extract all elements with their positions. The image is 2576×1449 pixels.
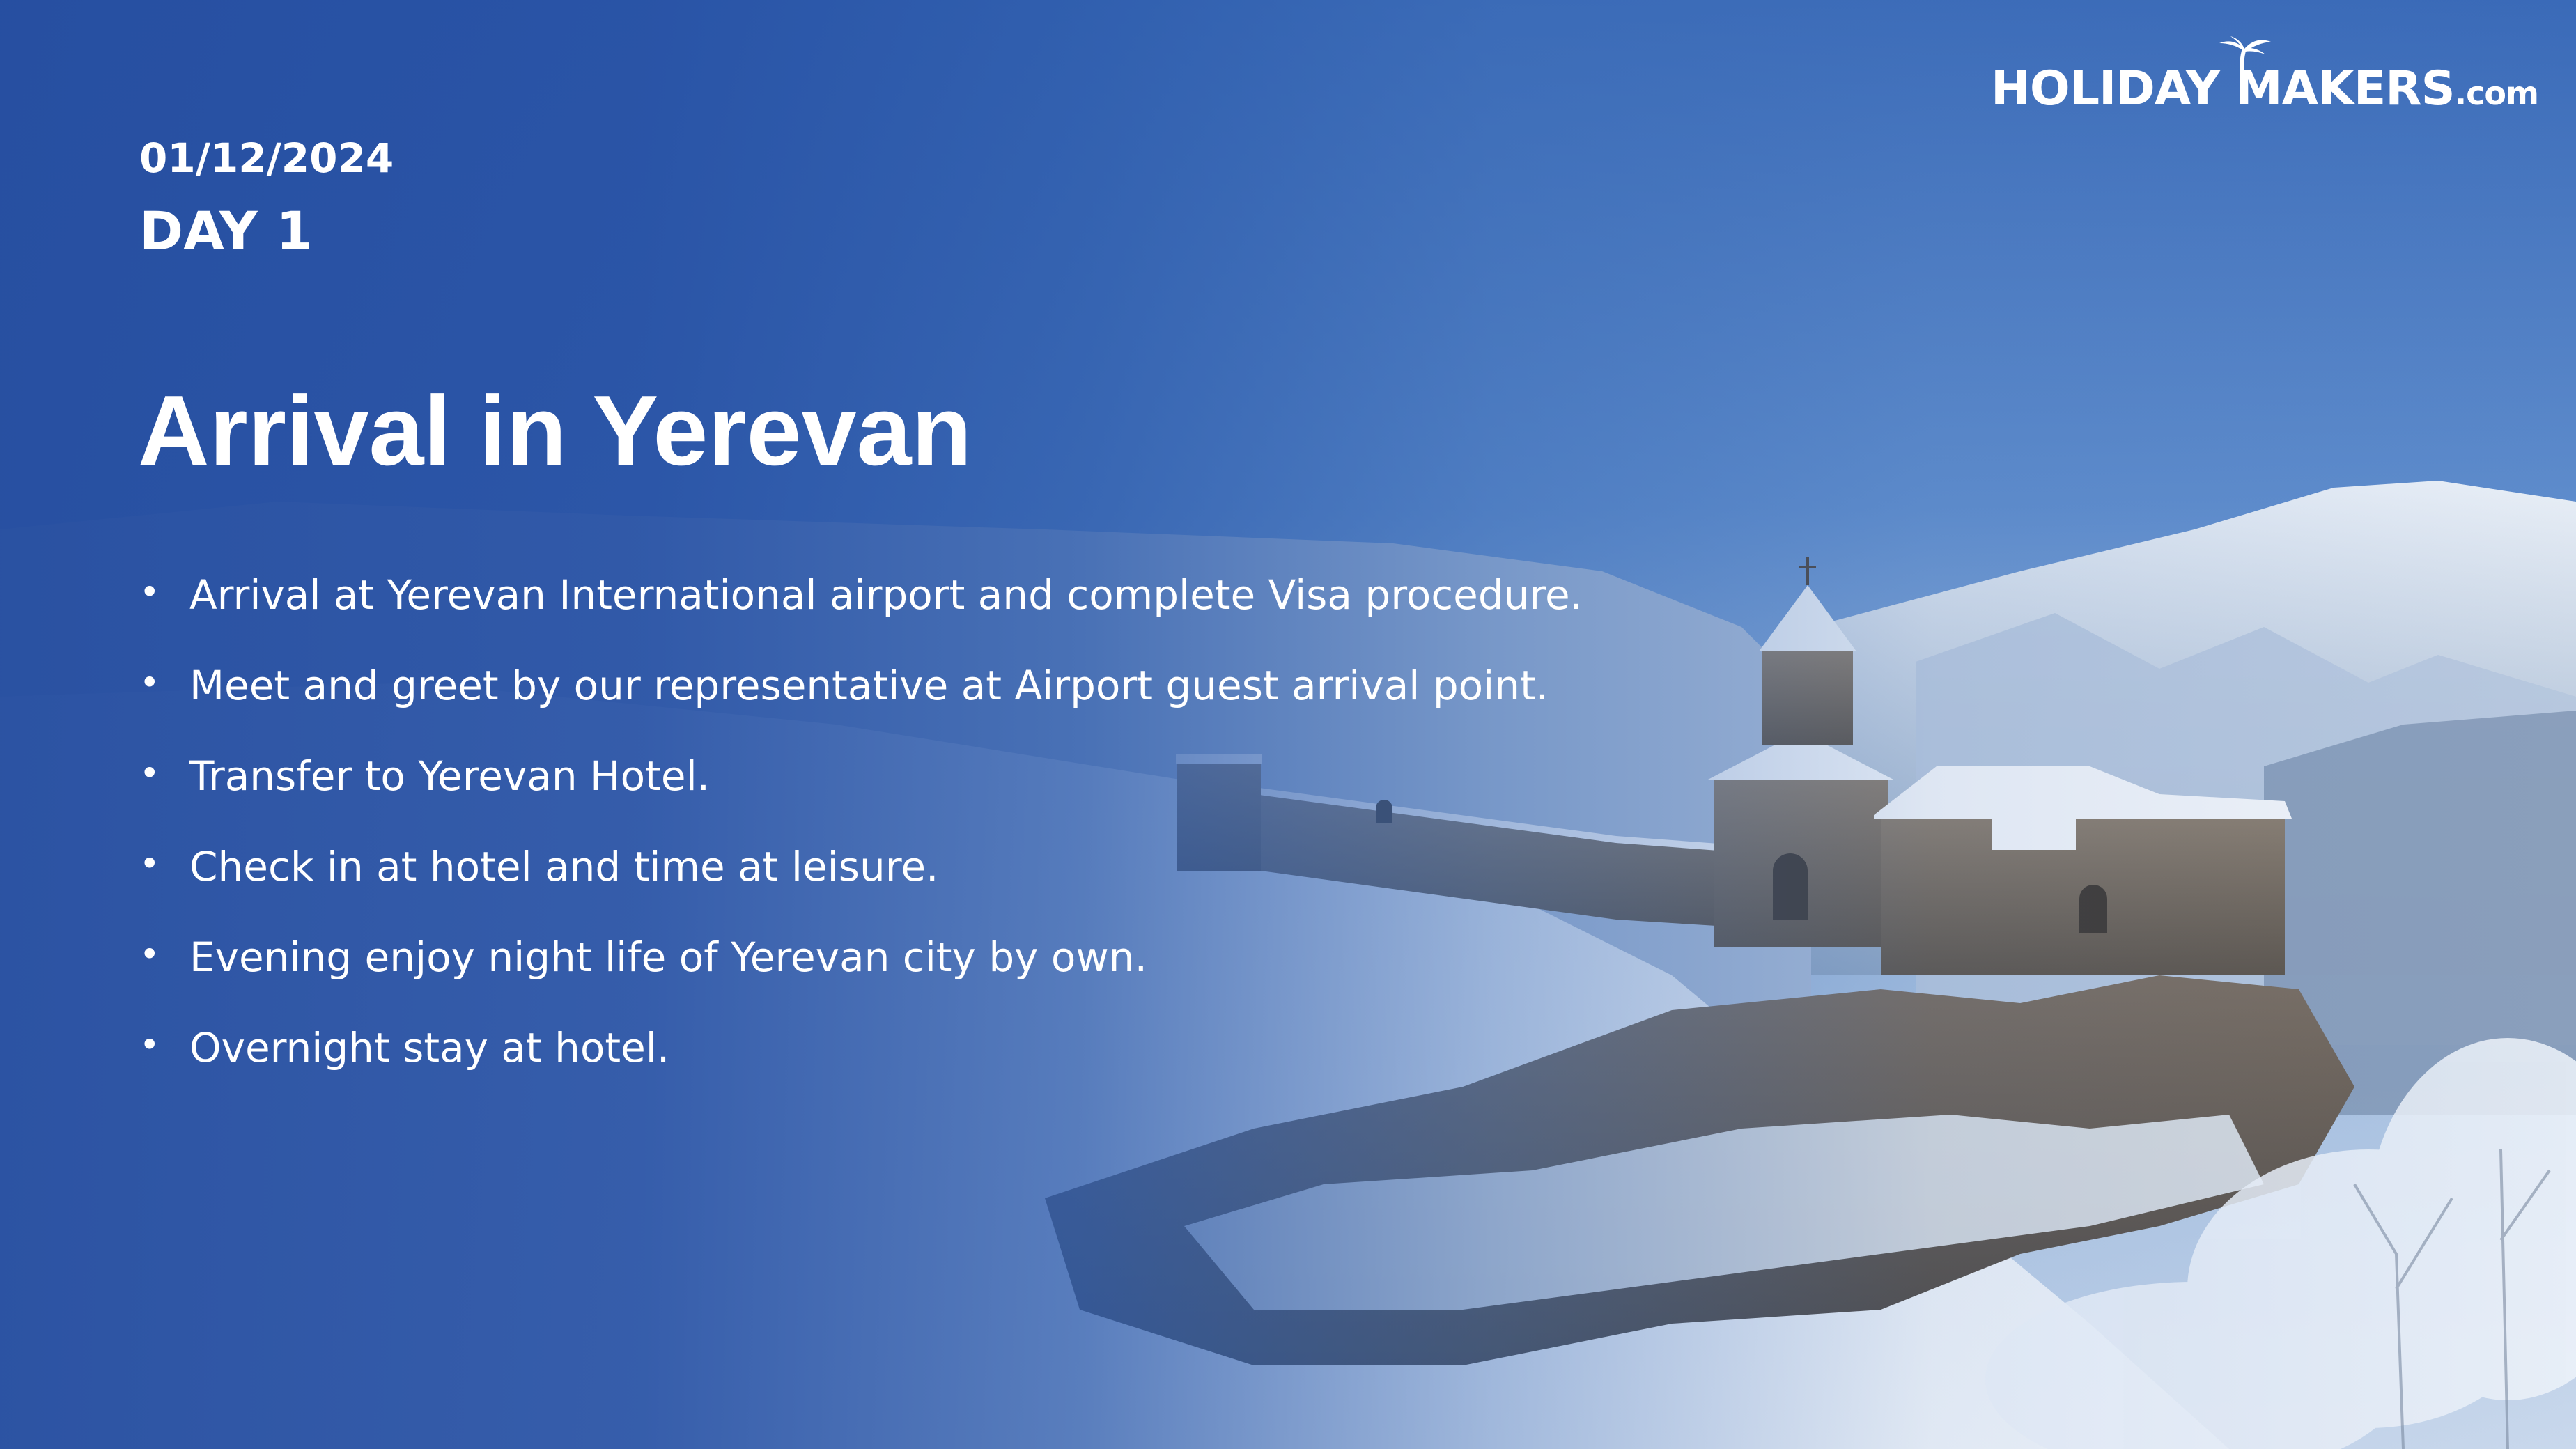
logo-tld-text: .com bbox=[2454, 75, 2539, 112]
bullet-icon: • bbox=[139, 1025, 160, 1065]
bullet-icon: • bbox=[139, 662, 160, 703]
bullet-icon: • bbox=[139, 753, 160, 793]
day-label: DAY 1 bbox=[139, 200, 313, 262]
list-item-text: Meet and greet by our representative at … bbox=[189, 662, 1549, 709]
list-item: • Overnight stay at hotel. bbox=[139, 1024, 1583, 1115]
bullet-icon: • bbox=[139, 934, 160, 975]
list-item-text: Check in at hotel and time at leisure. bbox=[189, 843, 939, 890]
list-item: • Evening enjoy night life of Yerevan cit… bbox=[139, 933, 1583, 1024]
palm-tree-icon bbox=[2219, 36, 2271, 77]
bullet-icon: • bbox=[139, 572, 160, 612]
holidaymakers-logo[interactable]: HOLIDAY MAKERS.com bbox=[1991, 36, 2539, 113]
itinerary-slide: HOLIDAY MAKERS.com 01/12/2024 DAY 1 Arri… bbox=[0, 0, 2576, 1449]
list-item: • Transfer to Yerevan Hotel. bbox=[139, 752, 1583, 843]
itinerary-date: 01/12/2024 bbox=[139, 134, 394, 182]
list-item-text: Arrival at Yerevan International airport… bbox=[189, 571, 1583, 619]
bullet-icon: • bbox=[139, 844, 160, 884]
slide-title: Arrival in Yerevan bbox=[138, 375, 972, 486]
list-item: • Meet and greet by our representative at… bbox=[139, 662, 1583, 752]
list-item-text: Evening enjoy night life of Yerevan city… bbox=[189, 933, 1148, 981]
list-item: • Check in at hotel and time at leisure. bbox=[139, 843, 1583, 933]
list-item-text: Transfer to Yerevan Hotel. bbox=[189, 752, 711, 800]
list-item: • Arrival at Yerevan International airpor… bbox=[139, 571, 1583, 662]
list-item-text: Overnight stay at hotel. bbox=[189, 1024, 670, 1071]
itinerary-list: • Arrival at Yerevan International airpor… bbox=[139, 571, 1583, 1115]
